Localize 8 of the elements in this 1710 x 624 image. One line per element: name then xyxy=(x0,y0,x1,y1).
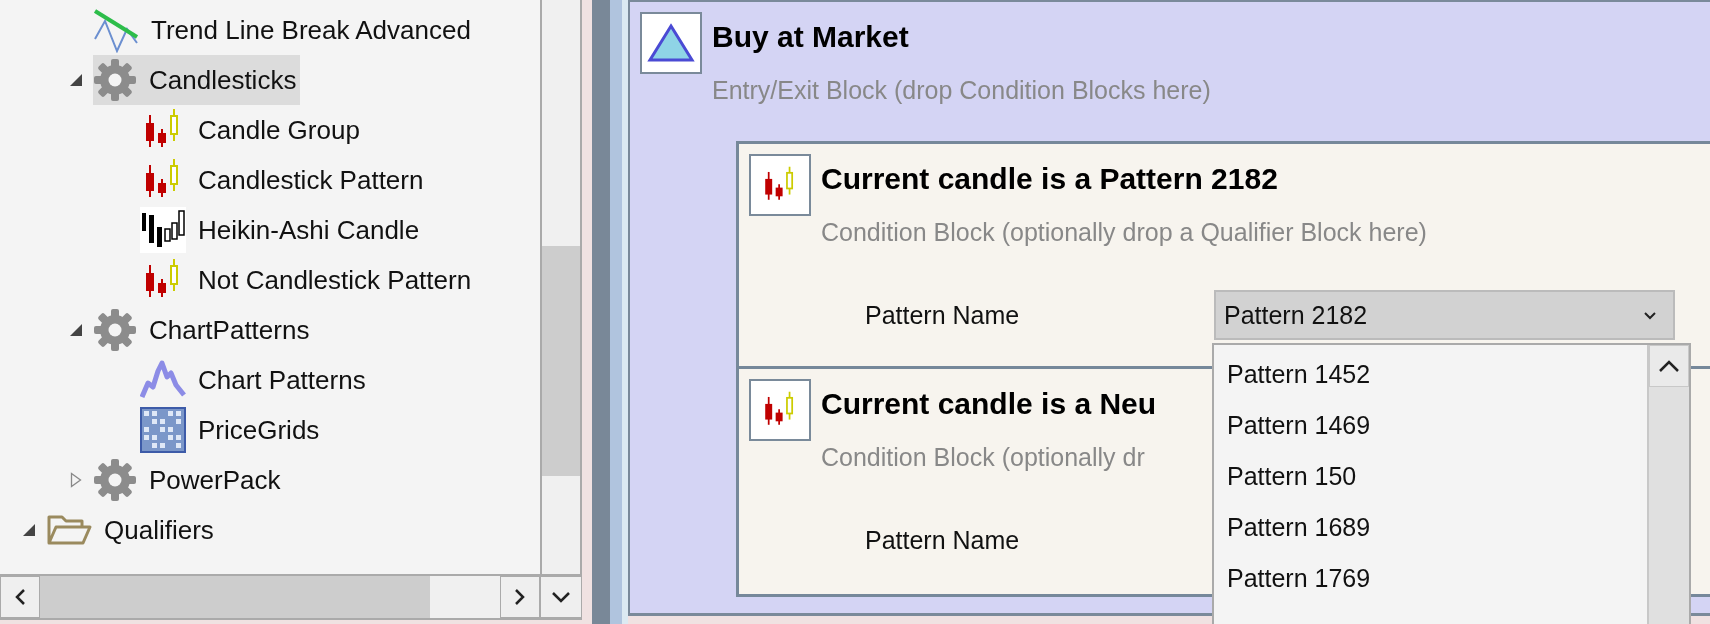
field-label: Pattern Name xyxy=(865,300,1021,330)
block-title: Current candle is a Neu xyxy=(821,387,1157,421)
block-subtitle: Condition Block (optionally drop a Qualifier Block here) xyxy=(821,218,1427,247)
field-label: Pattern Name xyxy=(865,525,1021,555)
block-subtitle: Condition Block (optionally dr xyxy=(821,443,1146,472)
block-title: Current candle is a Pattern 2182 xyxy=(821,162,1279,196)
block-title: Buy at Market xyxy=(712,20,910,54)
block-subtitle: Entry/Exit Block (drop Condition Blocks here) xyxy=(712,76,1211,105)
